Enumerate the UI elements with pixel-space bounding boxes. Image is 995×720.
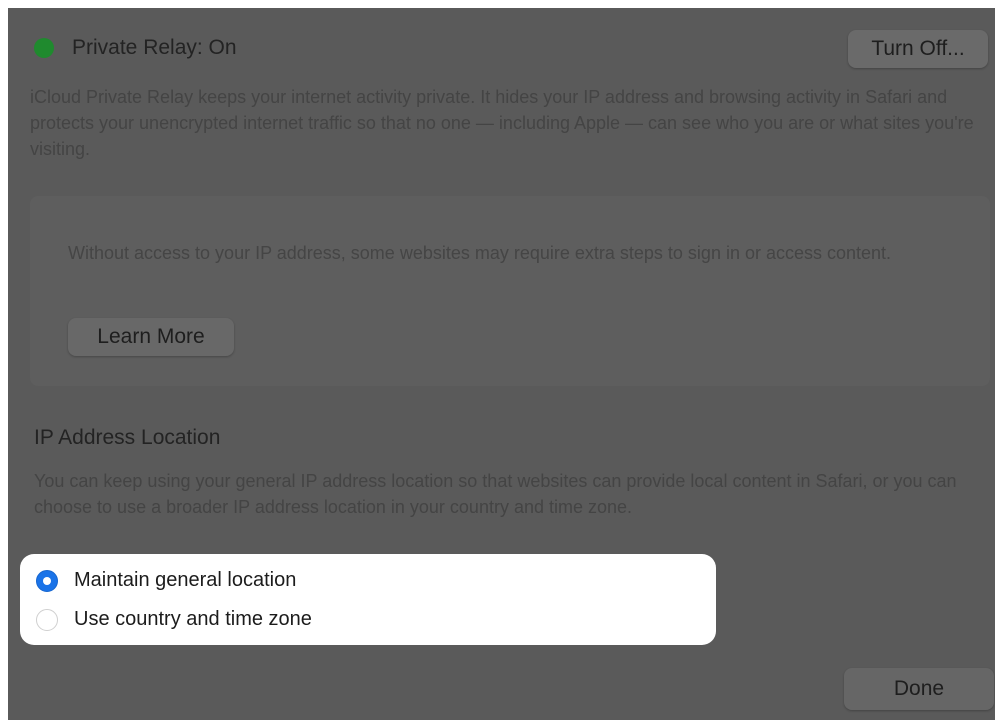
turn-off-button[interactable]: Turn Off... bbox=[848, 30, 988, 68]
relay-status-row: Private Relay: On bbox=[34, 36, 237, 60]
radio-label: Maintain general location bbox=[74, 569, 297, 591]
relay-status-label: Private Relay: On bbox=[72, 36, 237, 59]
status-dot-icon bbox=[34, 38, 54, 58]
ip-access-notice-text: Without access to your IP address, some … bbox=[68, 243, 892, 263]
ip-location-radio-group: Maintain general location Use country an… bbox=[20, 554, 716, 645]
private-relay-settings-panel: Private Relay: On Turn Off... iCloud Pri… bbox=[8, 8, 995, 720]
radio-unselected-icon[interactable] bbox=[36, 608, 58, 631]
ip-access-notice-box: Without access to your IP address, some … bbox=[30, 196, 990, 386]
done-button[interactable]: Done bbox=[844, 668, 994, 710]
radio-label: Use country and time zone bbox=[74, 608, 312, 630]
relay-description: iCloud Private Relay keeps your internet… bbox=[30, 87, 974, 159]
ip-address-location-description: You can keep using your general IP addre… bbox=[34, 471, 957, 517]
ip-address-location-title: IP Address Location bbox=[34, 426, 221, 449]
radio-selected-icon[interactable] bbox=[36, 569, 58, 592]
radio-option-use-country-and-time-zone[interactable]: Use country and time zone bbox=[36, 608, 312, 631]
learn-more-button[interactable]: Learn More bbox=[68, 318, 234, 356]
radio-option-maintain-general-location[interactable]: Maintain general location bbox=[36, 569, 296, 592]
